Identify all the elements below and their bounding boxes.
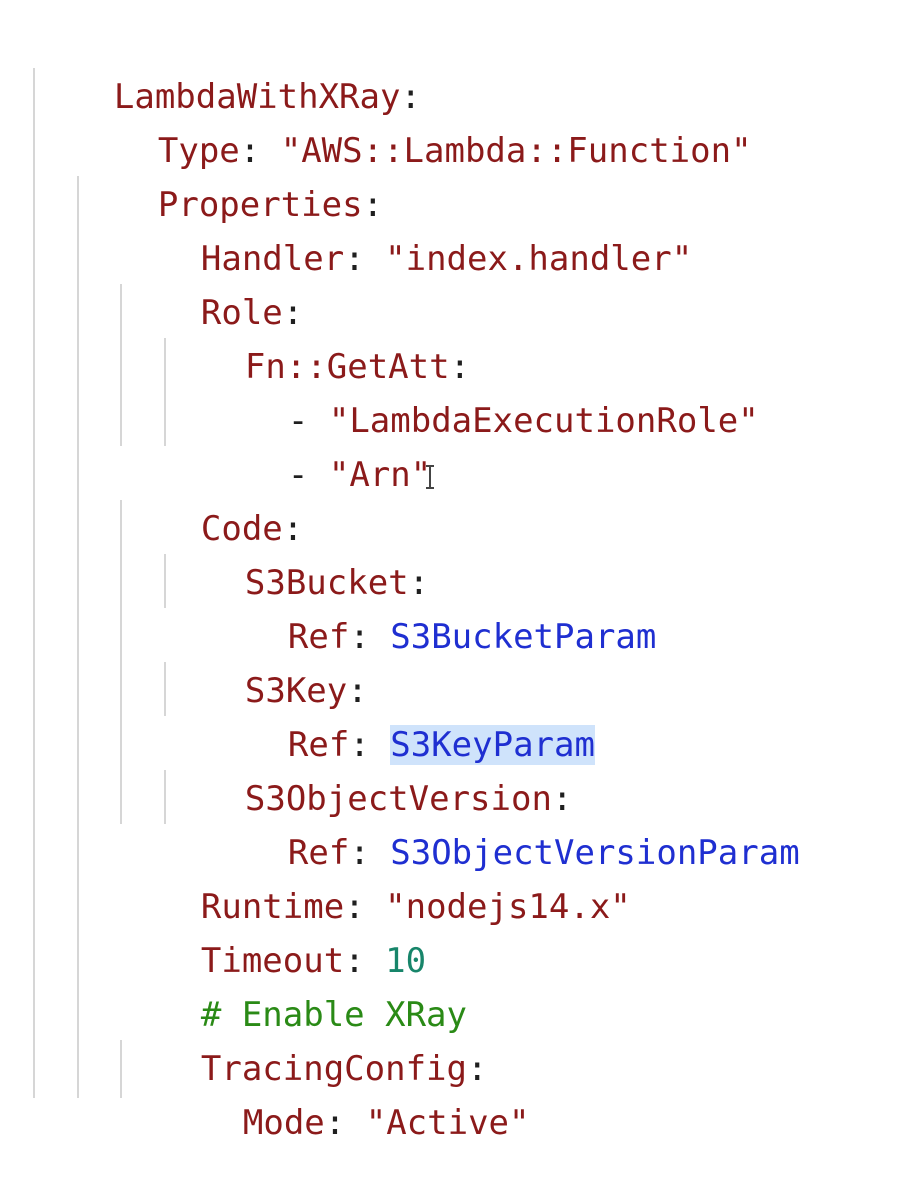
code-line-20: Mode: "Active" (0, 1042, 530, 1143)
code-line-3: Properties: (0, 124, 383, 225)
yaml-key: Mode (242, 1103, 325, 1143)
code-line-18: # Enable XRay (0, 934, 467, 1035)
code-line-4: Handler: "index.handler" (0, 178, 692, 279)
code-line-9: Code: (0, 448, 303, 549)
code-line-17: Timeout: 10 (0, 880, 426, 981)
code-line-12: S3Key: (0, 610, 368, 711)
code-line-6: Fn::GetAtt: (0, 286, 470, 387)
code-line-11: Ref: S3BucketParam (0, 556, 656, 657)
code-line-14: S3ObjectVersion: (0, 718, 573, 819)
yaml-ref-value: S3BucketParam (390, 617, 657, 657)
yaml-string-value: "index.handler" (385, 239, 693, 279)
code-line-13: Ref: S3KeyParam (0, 664, 595, 765)
yaml-string-value: "Arn" (328, 455, 432, 495)
code-line-10: S3Bucket: (0, 502, 429, 603)
yaml-colon: : (324, 1103, 366, 1143)
yaml-string-value: "Active" (365, 1103, 530, 1143)
yaml-colon: : (344, 239, 386, 279)
code-line-5: Role: (0, 232, 303, 333)
code-line-2: Type: "AWS::Lambda::Function" (0, 70, 752, 171)
code-editor[interactable]: LambdaWithXRay: Type: "AWS::Lambda::Func… (0, 0, 898, 1143)
i-beam-cursor-icon (425, 464, 435, 489)
code-line-1: LambdaWithXRay: (0, 16, 421, 117)
code-line-19: TracingConfig: (0, 988, 488, 1089)
code-line-16: Runtime: "nodejs14.x" (0, 826, 631, 927)
code-line-8: - "Arn" (0, 394, 435, 495)
code-line-15: Ref: S3ObjectVersionParam (0, 772, 800, 873)
code-line-7: - "LambdaExecutionRole" (0, 340, 759, 441)
